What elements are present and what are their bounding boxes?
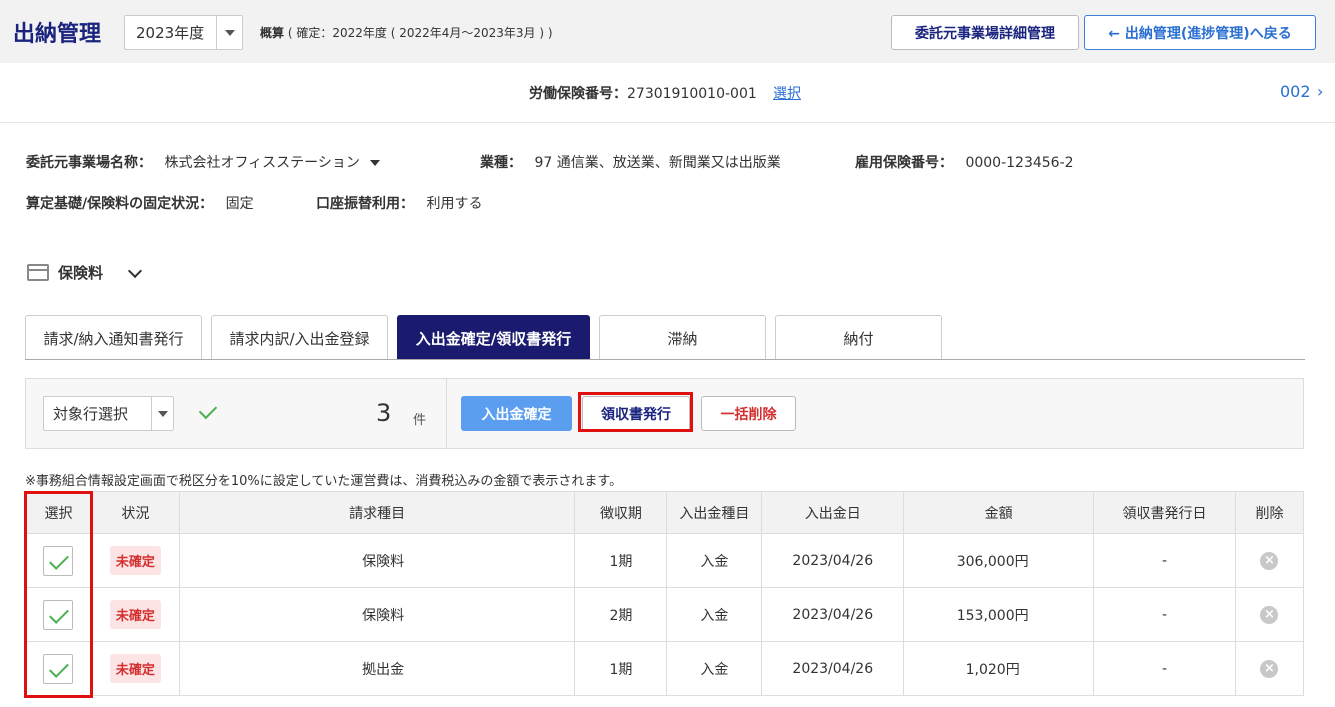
tabs-divider [25,359,1305,360]
summary-label: 概算 [260,26,285,40]
selected-count: 3 [376,399,392,427]
client-name-label: 委託元事業場名称： [26,155,152,171]
type-cell: 入金 [666,533,763,588]
fixed-status-field: 算定基礎/保険料の固定状況： 固定 [26,193,254,213]
col-header-type: 入出金種目 [666,491,763,534]
bulk-delete-button[interactable]: 一括削除 [701,396,796,431]
client-name-dropdown[interactable]: 株式会社オフィスステーション [164,155,380,171]
row-checkbox[interactable] [43,599,74,630]
amount-cell: 1,020円 [903,641,1095,696]
col-header-date: 入出金日 [761,491,905,534]
chevron-down-icon[interactable] [151,397,173,430]
item-cell: 保険料 [178,533,576,588]
col-header-item: 請求種目 [178,491,576,534]
confirm-payment-button[interactable]: 入出金確定 [461,396,572,431]
status-badge: 未確定 [109,546,161,575]
insurance-select-link[interactable]: 選択 [773,83,801,103]
insurance-number-label: 労働保険番号： [529,86,627,102]
delete-icon[interactable]: × [1260,551,1279,570]
industry-field: 業種： 97 通信業、放送業、新聞業又は出版業 [480,152,781,172]
period-cell: 1期 [574,533,668,588]
table-row: 未確定 保険料 2期 入金 2023/04/26 153,000円 - × [25,587,1305,642]
item-cell: 保険料 [178,587,576,642]
employment-insurance-value: 0000-123456-2 [965,155,1074,171]
col-header-delete: 削除 [1234,491,1305,534]
receipt-date-cell: - [1093,587,1236,642]
next-record-link[interactable]: 002 [1280,82,1311,101]
period-cell: 2期 [574,587,668,642]
status-badge: 未確定 [109,600,161,629]
employment-insurance-label: 雇用保険番号： [855,155,953,171]
chevron-down-icon[interactable] [127,263,143,279]
summary-detail: ( 確定：2022年度 ( 2022年4月～2023年3月 ) ) [287,26,553,40]
insurance-number-row: 労働保険番号：27301910010-001 選択 002 › [0,63,1335,123]
payment-table: 選択 状況 請求種目 徴収期 入出金種目 入出金日 金額 領収書発行日 削除 未… [25,491,1305,696]
row-checkbox[interactable] [43,545,74,576]
chevron-right-icon[interactable]: › [1317,82,1323,101]
tab-billing-breakdown[interactable]: 請求内訳/入出金登録 [211,315,388,360]
delete-icon[interactable]: × [1260,659,1279,678]
table-row: 未確定 拠出金 1期 入金 2023/04/26 1,020円 - × [25,641,1305,696]
col-header-period: 徴収期 [574,491,668,534]
account-transfer-field: 口座振替利用： 利用する [316,193,482,213]
date-cell: 2023/04/26 [761,587,905,642]
delete-icon[interactable]: × [1260,605,1279,624]
tab-payment-confirm-receipt[interactable]: 入出金確定/領収書発行 [397,315,590,360]
tab-arrears[interactable]: 滞納 [599,315,766,360]
type-cell: 入金 [666,641,763,696]
card-icon [27,264,49,281]
insurance-number-value: 27301910010-001 [627,86,757,102]
date-cell: 2023/04/26 [761,533,905,588]
client-name-value: 株式会社オフィスステーション [164,155,360,171]
insurance-number: 労働保険番号：27301910010-001 [529,83,757,103]
date-cell: 2023/04/26 [761,641,905,696]
col-header-status: 状況 [90,491,180,534]
header-bar: 出納管理 2023年度 概算 ( 確定：2022年度 ( 2022年4月～202… [0,0,1335,63]
tab-billing-notice[interactable]: 請求/納入通知書発行 [25,315,202,360]
fixed-status-label: 算定基礎/保険料の固定状況： [26,196,214,212]
item-cell: 拠出金 [178,641,576,696]
back-to-progress-button[interactable]: ← 出納管理(進捗管理)へ戻る [1084,15,1316,50]
year-select-value: 2023年度 [136,24,205,42]
receipt-date-cell: - [1093,641,1236,696]
type-cell: 入金 [666,587,763,642]
row-select-dropdown[interactable]: 対象行選択 [43,396,174,431]
client-detail-button[interactable]: 委託元事業場詳細管理 [891,15,1079,50]
action-bar-divider [446,378,447,449]
tab-payment[interactable]: 納付 [775,315,942,360]
employment-insurance-field: 雇用保険番号： 0000-123456-2 [855,152,1074,172]
col-header-select: 選択 [25,491,92,534]
summary-text: 概算 ( 確定：2022年度 ( 2022年4月～2023年3月 ) ) [260,24,553,41]
fixed-status-value: 固定 [225,196,254,212]
amount-cell: 306,000円 [903,533,1095,588]
selected-count-unit: 件 [413,413,427,428]
section-title: 保険料 [58,264,104,282]
client-name-field: 委託元事業場名称： 株式会社オフィスステーション [26,152,380,172]
receipt-button-highlight [578,392,693,432]
row-select-value: 対象行選択 [53,405,129,423]
page-title: 出納管理 [13,22,102,47]
status-badge: 未確定 [109,654,161,683]
tax-note: ※事務組合情報設定画面で税区分を10%に設定していた運営費は、消費税込みの金額で… [25,474,623,489]
account-transfer-label: 口座振替利用： [316,196,414,212]
industry-label: 業種： [480,155,522,171]
year-select[interactable]: 2023年度 [124,15,243,50]
period-cell: 1期 [574,641,668,696]
caret-down-icon [369,160,380,166]
industry-value: 97 通信業、放送業、新聞業又は出版業 [534,155,781,171]
receipt-date-cell: - [1093,533,1236,588]
col-header-amount: 金額 [903,491,1095,534]
col-header-receipt-date: 領収書発行日 [1093,491,1236,534]
amount-cell: 153,000円 [903,587,1095,642]
row-checkbox[interactable] [43,653,74,684]
table-row: 未確定 保険料 1期 入金 2023/04/26 306,000円 - × [25,533,1305,588]
account-transfer-value: 利用する [426,196,483,212]
table-header-row: 選択 状況 請求種目 徴収期 入出金種目 入出金日 金額 領収書発行日 削除 [25,491,1305,534]
chevron-down-icon[interactable] [216,16,242,49]
